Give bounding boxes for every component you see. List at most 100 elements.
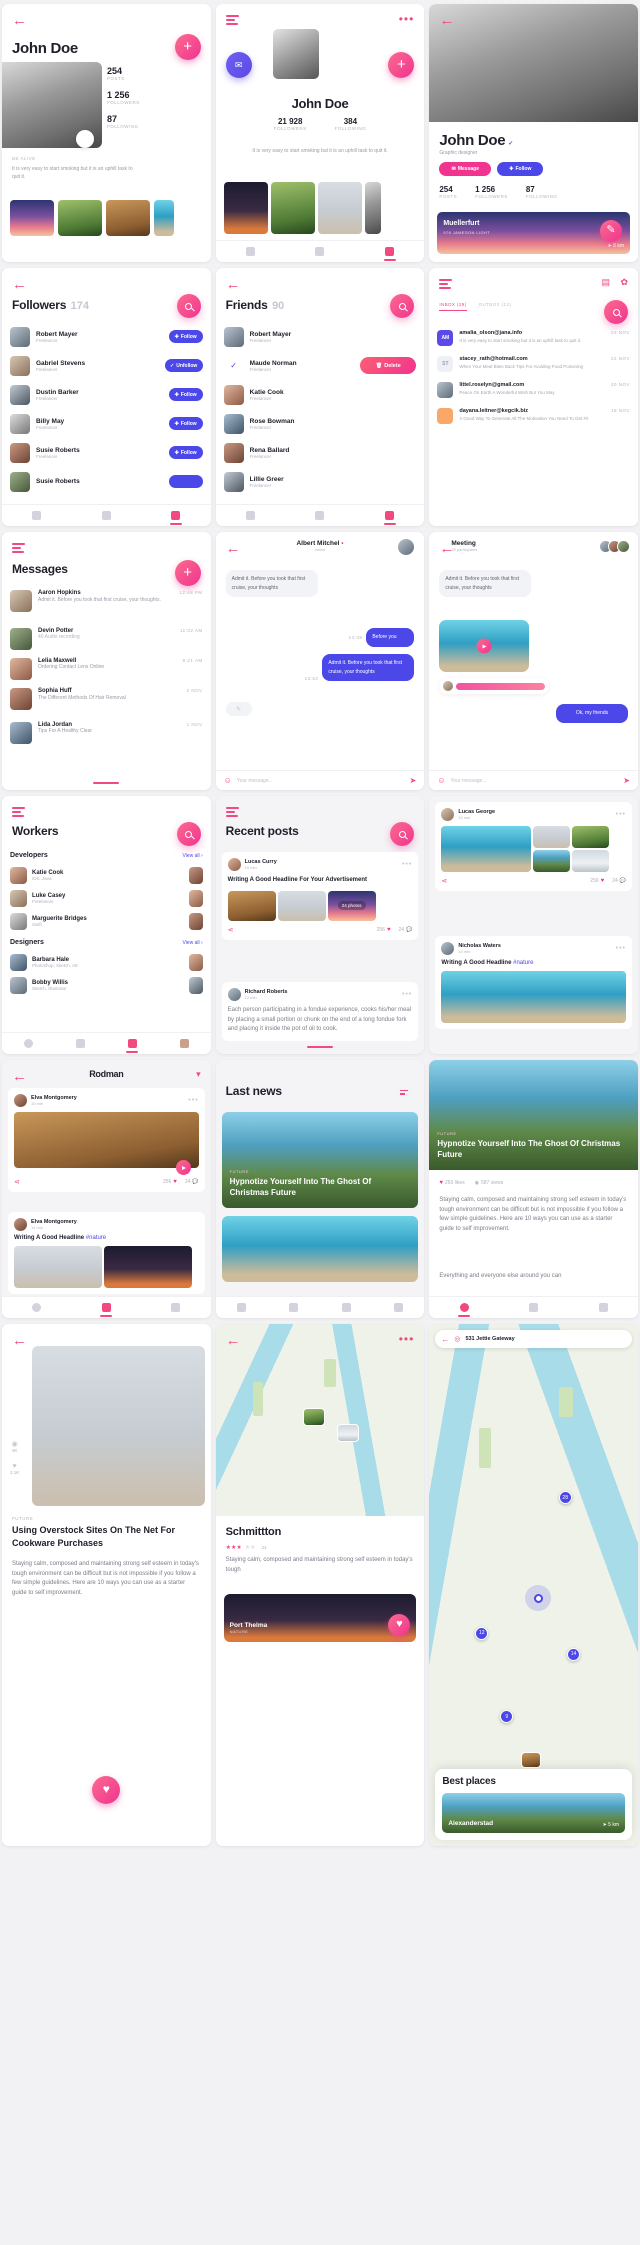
tab-heart-icon[interactable] [598,1303,608,1312]
tab-profile-icon[interactable] [385,247,395,256]
search-button[interactable] [390,822,415,846]
tab-search-icon[interactable] [315,511,325,520]
post-card[interactable]: Nicholas Waters 14 min ••• Writing A Good… [435,936,632,1029]
add-button[interactable]: + [388,52,415,78]
tab-outbox[interactable]: Outbox (12) [479,302,512,311]
like-fab[interactable]: ♥ [92,1776,121,1804]
search-button[interactable] [176,822,201,846]
article-photo[interactable] [32,1346,205,1506]
audio-message[interactable] [439,678,550,694]
list-item[interactable]: Katie Cook iOS, Java [10,864,203,887]
follow-button[interactable]: ✚ Follow [168,417,203,430]
play-icon[interactable] [476,638,492,654]
video-message[interactable] [439,620,530,672]
list-item[interactable]: Susie Roberts [10,467,203,496]
tab-bar[interactable] [429,1296,638,1318]
follow-button[interactable]: ✚ Follow [168,388,203,401]
favorite-button[interactable]: ♥ [388,1614,411,1636]
gear-icon[interactable]: ✿ [620,277,628,288]
list-item[interactable]: Susie Roberts Freelancer ✚ Follow [10,438,203,467]
inbox-tabs[interactable]: Inbox (29) Outbox (12) [439,302,511,311]
map-photo-marker[interactable] [521,1752,542,1769]
list-item[interactable]: Marguerite Bridges Swift [10,910,203,933]
list-item[interactable]: Lillie Greer Freelancer [223,467,417,496]
map-view[interactable]: 28 12 14 9 [429,1324,638,1846]
tab-work-icon[interactable] [171,1303,181,1312]
search-bar[interactable]: ← ◎ 531 Jettie Gateway [435,1330,632,1348]
news-card[interactable]: Future Hypnotize Yourself Into The Ghost… [221,1112,419,1208]
view-all-link[interactable]: View all › [182,853,202,859]
tab-home-icon[interactable] [237,1303,247,1312]
emoji-icon[interactable]: ☺ [437,776,445,785]
tab-location-icon[interactable] [341,1303,351,1312]
profile-actions[interactable]: ✉ Message ✚ Follow [439,162,544,176]
tab-mail-icon[interactable] [529,1303,539,1312]
tab-people-icon[interactable] [385,511,395,520]
tab-bar[interactable] [215,1296,425,1318]
list-item[interactable]: Barbara Hale Photoshop, Sketch, AE [10,951,203,974]
tab-home-icon[interactable] [32,511,42,520]
list-item[interactable]: Robert Mayer Freelancer ✚ Follow [10,322,203,351]
back-arrow-icon[interactable]: ← [12,277,27,292]
tab-bookmark-icon[interactable] [289,1303,299,1312]
avatar[interactable] [398,539,415,555]
more-options-icon[interactable]: ••• [402,861,412,868]
video-post[interactable] [14,1112,199,1175]
post-card[interactable]: Elva Montgomery 10 min ••• ⋖ 256 ♥ 24 💬 [8,1088,205,1192]
post-card[interactable]: Elva Montgomery 14 min Writing A Good Hea… [8,1212,205,1294]
follow-button[interactable]: ✚ Follow [168,330,203,343]
tab-chat-icon[interactable] [32,1303,42,1312]
more-options-icon[interactable]: ••• [616,811,626,818]
post-card[interactable]: Richard Roberts 12 min ••• Each person pa… [221,982,419,1041]
back-arrow-icon[interactable]: ← [439,13,454,28]
menu-icon[interactable] [225,15,239,27]
emoji-icon[interactable]: ☺ [224,776,232,785]
play-icon[interactable] [175,1160,191,1175]
list-item[interactable]: Aaron Hopkins Admit it. Before you took … [10,590,203,628]
fire-icon[interactable]: ▾ [196,1069,201,1080]
back-arrow-icon[interactable]: ← [441,1335,449,1344]
more-options-icon[interactable]: ••• [402,991,412,998]
back-arrow-icon[interactable]: ← [226,1333,241,1348]
share-icon[interactable]: ⋖ [228,926,234,934]
follow-button[interactable] [168,475,203,488]
tab-search-icon[interactable] [315,247,325,256]
tab-people-icon[interactable] [171,511,181,520]
send-icon[interactable]: ➤ [410,776,417,785]
tab-bar[interactable] [215,504,425,526]
tab-home-icon[interactable] [245,247,255,256]
add-button[interactable]: + [174,34,201,60]
map-pin[interactable]: 12 [475,1626,489,1640]
post-image[interactable] [441,971,626,1023]
more-options-icon[interactable]: ••• [399,13,415,25]
list-item[interactable]: Devin Potter 40 Audio recording 11:02 AM [10,628,203,658]
search-button[interactable] [176,294,201,318]
list-item[interactable]: Katie Cook Freelancer [223,380,417,409]
list-item[interactable]: Dustin Barker Freelancer ✚ Follow [10,380,203,409]
mail-item[interactable]: ST stacey_rath@hotmail.com When Your Mea… [437,356,630,372]
place-card[interactable]: Port Thelma Nature ♥ [223,1594,417,1642]
tab-news-icon[interactable] [459,1303,469,1312]
tab-home-icon[interactable] [75,1039,85,1048]
list-item[interactable]: Robert Mayer Freelancer [223,322,417,351]
mail-item[interactable]: AM amalia_olson@jana.info It is very eas… [437,330,630,346]
participants[interactable] [599,540,630,553]
search-button[interactable] [604,300,628,324]
back-arrow-icon[interactable]: ← [12,1333,27,1348]
follow-button[interactable]: ✚ Follow [168,446,203,459]
filter-button[interactable] [394,1082,415,1102]
list-item[interactable]: Bobby Willis Sketch, Illustrator [10,974,203,997]
tab-bar[interactable] [2,1032,211,1054]
tab-search-icon[interactable] [101,511,111,520]
map-photo-marker[interactable] [336,1423,359,1442]
tab-profile-icon[interactable] [180,1039,190,1048]
map-pin[interactable]: 28 [558,1491,572,1505]
address-field[interactable]: 531 Jettie Gateway [465,1336,626,1342]
menu-icon[interactable] [12,543,25,555]
photo-gallery[interactable] [10,200,174,236]
photo-gallery[interactable] [223,182,381,234]
place-card[interactable]: Alexanderstad ➤ 5 km [442,1793,625,1833]
tab-home-icon[interactable] [245,511,255,520]
share-icon[interactable]: ⋖ [441,877,447,885]
message-input[interactable]: Your message... [451,778,619,784]
